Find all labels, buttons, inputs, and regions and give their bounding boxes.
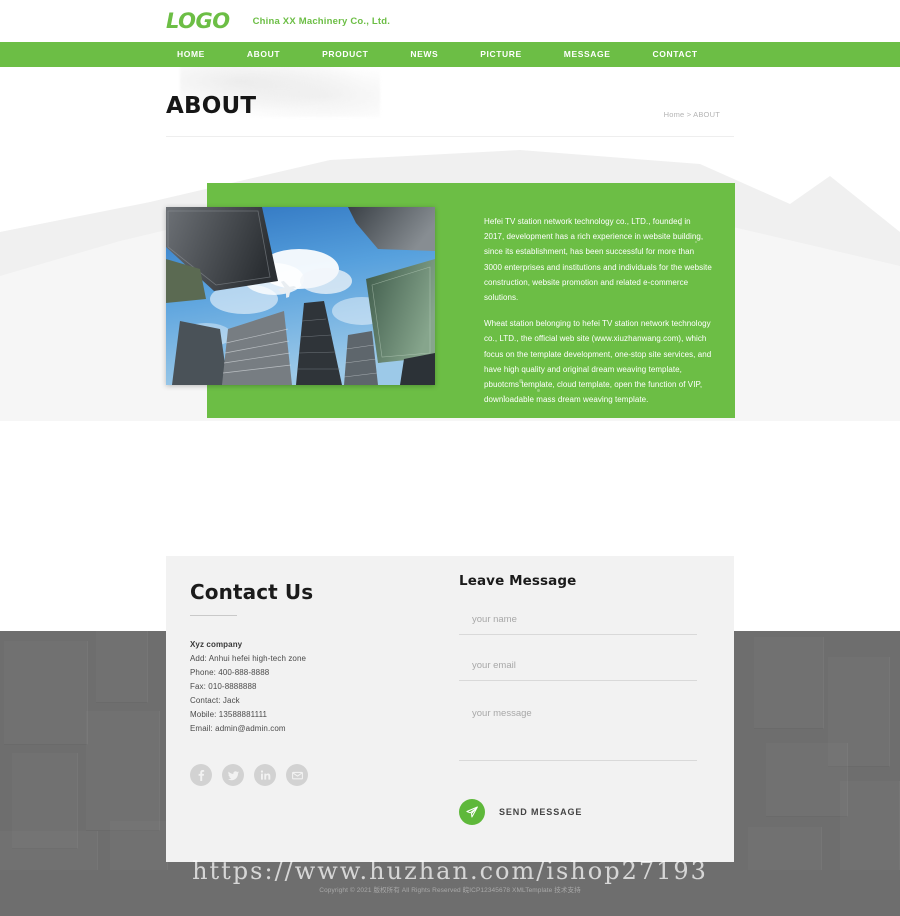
send-message-label: SEND MESSAGE xyxy=(499,807,583,817)
nav-item-news[interactable]: NEWS xyxy=(389,42,459,67)
page-root: Hefei TV station network technology co.,… xyxy=(0,0,900,916)
footer-copyright: Copyright © 2021 版权所有 All Rights Reserve… xyxy=(319,887,581,894)
nav-item-product[interactable]: PRODUCT xyxy=(301,42,389,67)
send-message-button[interactable]: SEND MESSAGE xyxy=(459,799,582,825)
footer: Copyright © 2021 版权所有 All Rights Reserve… xyxy=(0,870,900,916)
about-paragraph-1: Hefei TV station network technology co.,… xyxy=(484,217,712,303)
nav-item-message[interactable]: MESSAGE xyxy=(543,42,632,67)
contact-title-underline xyxy=(190,615,237,616)
main-navbar: HOME ABOUT PRODUCT NEWS PICTURE MESSAGE … xyxy=(0,42,900,67)
name-input[interactable] xyxy=(459,610,697,635)
site-logo[interactable]: LOGO xyxy=(166,10,230,32)
twitter-icon[interactable] xyxy=(222,764,244,786)
company-name: China XX Machinery Co., Ltd. xyxy=(252,15,391,27)
about-text-block: Hefei TV station network technology co.,… xyxy=(484,214,712,407)
contact-phone: Phone: 400-888-8888 xyxy=(190,668,270,677)
contact-company: Xyz company xyxy=(190,640,243,649)
skyscraper-photo-svg xyxy=(166,207,435,385)
paper-plane-icon xyxy=(459,799,485,825)
about-paragraph-2: Wheat station belonging to hefei TV stat… xyxy=(484,319,712,405)
nav-item-picture[interactable]: PICTURE xyxy=(459,42,543,67)
about-image xyxy=(166,207,435,385)
nav-list: HOME ABOUT PRODUCT NEWS PICTURE MESSAGE … xyxy=(166,42,719,67)
leave-message-form: Leave Message xyxy=(459,573,704,766)
contact-person: Contact: Jack xyxy=(190,696,240,705)
contact-address: Add: Anhui hefei high-tech zone xyxy=(190,654,307,663)
contact-email: Email: admin@admin.com xyxy=(190,724,286,733)
nav-item-about[interactable]: ABOUT xyxy=(226,42,301,67)
nav-item-contact[interactable]: CONTACT xyxy=(632,42,719,67)
page-header-band: ABOUT Home > ABOUT xyxy=(0,67,900,142)
contact-mobile: Mobile: 13588881111 xyxy=(190,710,268,719)
email-icon[interactable] xyxy=(286,764,308,786)
page-title: ABOUT xyxy=(166,93,257,119)
top-logo-bar: LOGO China XX Machinery Co., Ltd. xyxy=(0,0,900,42)
email-input[interactable] xyxy=(459,656,697,681)
contact-panel: Contact Us Xyz company Add: Anhui hefei … xyxy=(166,556,734,862)
social-links xyxy=(190,764,308,786)
linkedin-icon[interactable] xyxy=(254,764,276,786)
contact-fax: Fax: 010-8888888 xyxy=(190,682,257,691)
facebook-icon[interactable] xyxy=(190,764,212,786)
contact-title: Contact Us xyxy=(190,580,314,604)
contact-info-block: Contact Us Xyz company Add: Anhui hefei … xyxy=(190,582,440,733)
breadcrumb[interactable]: Home > ABOUT xyxy=(664,110,720,119)
nav-item-home[interactable]: HOME xyxy=(166,42,226,67)
message-input[interactable] xyxy=(459,702,697,761)
form-title: Leave Message xyxy=(459,573,577,589)
title-divider xyxy=(166,136,734,137)
